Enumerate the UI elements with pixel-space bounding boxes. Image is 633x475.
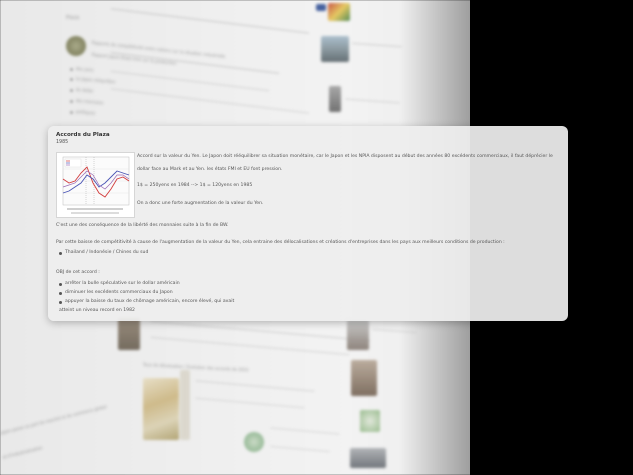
bullet-icon (59, 283, 62, 286)
card-consequence: On a donc une forte augmentation de la v… (137, 201, 264, 206)
building-photo (347, 320, 369, 350)
background-text-line (344, 98, 401, 104)
card-objective-item: arrêter la bulle spéculative sur le doll… (65, 281, 180, 286)
bullet-icon (59, 252, 62, 255)
bullet-icon (59, 301, 62, 304)
exchange-rate-chart-image (56, 152, 135, 218)
map-photo (360, 410, 380, 432)
bullet-icon (59, 292, 62, 295)
card-text-paragraph: dollar face au Mark et au Yen. les états… (137, 167, 283, 172)
card-text-line: C'est une des conséquence de la libérté … (56, 223, 229, 228)
factory-photo (351, 360, 377, 396)
background-text-line (371, 328, 418, 334)
card-objectives-title: OBJ de cet accord : (56, 270, 100, 275)
card-objective-item: appuyer la baisse du taux de chômage amé… (65, 299, 235, 304)
card-title: Accords du Plaza (56, 132, 110, 138)
card-objective-item: atteint un niveau record en 1982 (59, 308, 135, 313)
card-objective-item: diminuer les excédents commerciaux du Ja… (65, 290, 173, 295)
grayscale-photo (329, 86, 341, 112)
background-text-line (351, 42, 403, 48)
card-countries: Thailand / Indonésie / Chines du sud (65, 250, 149, 255)
card-year: 1985 (56, 140, 69, 145)
card-text-paragraph: Accord sur la valeur du Yen. Le Japon do… (137, 154, 553, 159)
card-text-line: Par cette baisse de compétitivité à caus… (56, 240, 505, 245)
harbor-photo (350, 448, 386, 468)
note-card[interactable]: Accords du Plaza 1985 Accord sur la vale… (48, 126, 568, 321)
card-rate-line: 1$ = 250yens en 1984 --> 1$ = 120yens en… (137, 183, 253, 188)
flag-image (328, 3, 350, 21)
ship-photo (321, 36, 349, 62)
flag-image (316, 4, 326, 11)
